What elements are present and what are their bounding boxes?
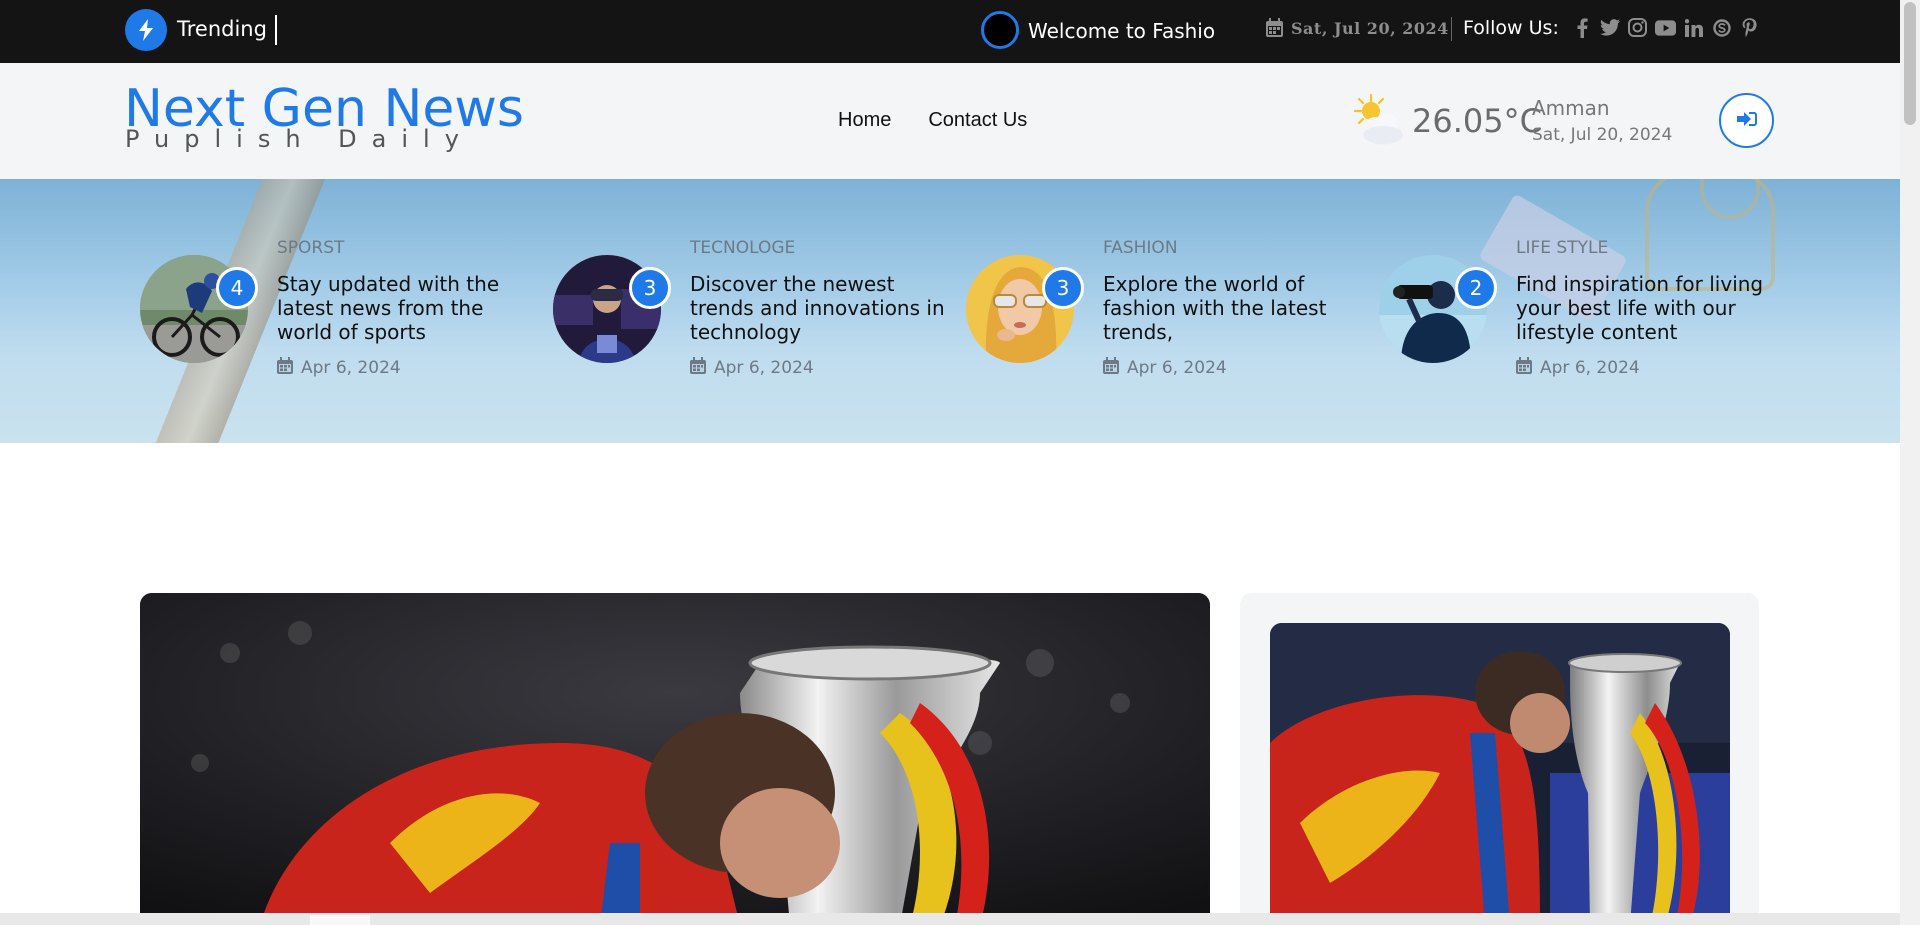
sidebar-featured-image[interactable]	[1270, 623, 1730, 925]
news-ticker[interactable]: Welcome to Fashion	[1028, 19, 1216, 47]
horizontal-scrollbar-thumb[interactable]	[310, 915, 370, 925]
site-header: Next Gen News Puplish Daily Home Contact…	[0, 63, 1900, 179]
pinterest-icon[interactable]	[1739, 17, 1760, 38]
twitter-icon[interactable]	[1599, 17, 1620, 38]
instagram-icon[interactable]	[1627, 17, 1648, 38]
horizontal-scrollbar[interactable]	[0, 913, 1900, 925]
card-title[interactable]: Discover the newest trends and innovatio…	[690, 272, 952, 344]
category-label[interactable]: SPORST	[277, 238, 344, 258]
main-nav: Home Contact Us	[838, 109, 1027, 132]
youtube-icon[interactable]	[1655, 17, 1676, 38]
category-card-technology[interactable]: 3 TECNOLOGE Discover the newest trends a…	[553, 238, 953, 378]
card-date-text: Apr 6, 2024	[1540, 358, 1640, 378]
card-title[interactable]: Stay updated with the latest news from t…	[277, 272, 539, 344]
skype-icon[interactable]	[1711, 17, 1732, 38]
site-logo-subtitle: Puplish Daily	[125, 125, 474, 153]
divider	[1451, 17, 1452, 41]
calendar-icon	[277, 357, 293, 379]
category-banner: 4 SPORST Stay updated with the latest ne…	[0, 179, 1900, 443]
top-date: Sat, Jul 20, 2024	[1291, 19, 1449, 38]
calendar-icon	[1266, 18, 1283, 42]
page: Trending Welcome to Fashion Sat, Jul 20,…	[0, 0, 1920, 925]
card-date: Apr 6, 2024	[1103, 357, 1227, 379]
category-card-fashion[interactable]: 3 FASHION Explore the world of fashion w…	[966, 238, 1366, 378]
temperature: 26.05°C	[1412, 102, 1542, 140]
calendar-icon	[690, 357, 706, 379]
post-count-badge: 3	[629, 267, 671, 309]
category-card-sports[interactable]: 4 SPORST Stay updated with the latest ne…	[140, 238, 540, 378]
ticker-ring-icon	[981, 11, 1019, 49]
vertical-scrollbar[interactable]	[1900, 0, 1920, 925]
category-card-lifestyle[interactable]: 2 LIFE STYLE Find inspiration for living…	[1379, 238, 1779, 378]
weather-date: Sat, Jul 20, 2024	[1532, 125, 1673, 145]
card-date: Apr 6, 2024	[690, 357, 814, 379]
sign-out-icon	[1736, 111, 1757, 130]
card-date-text: Apr 6, 2024	[301, 358, 401, 378]
logout-button[interactable]	[1719, 93, 1774, 148]
social-links	[1571, 17, 1760, 38]
calendar-icon	[1516, 357, 1532, 379]
card-date-text: Apr 6, 2024	[714, 358, 814, 378]
nav-contact-link[interactable]: Contact Us	[928, 109, 1027, 132]
ticker-text[interactable]: Welcome to Fashion	[1028, 19, 1216, 43]
linkedin-icon[interactable]	[1683, 17, 1704, 38]
weather-city: Amman	[1532, 96, 1610, 120]
trending-label: Trending	[177, 17, 267, 41]
facebook-icon[interactable]	[1571, 17, 1592, 38]
post-count-badge: 2	[1455, 267, 1497, 309]
sidebar-featured-card	[1240, 593, 1759, 925]
card-title[interactable]: Explore the world of fashion with the la…	[1103, 272, 1365, 344]
category-label[interactable]: FASHION	[1103, 238, 1178, 258]
top-bar: Trending Welcome to Fashion Sat, Jul 20,…	[0, 0, 1900, 63]
post-count-badge: 3	[1042, 267, 1084, 309]
lightning-icon	[125, 9, 167, 51]
follow-label: Follow Us:	[1463, 17, 1559, 39]
vertical-scrollbar-thumb[interactable]	[1904, 2, 1916, 125]
post-count-badge: 4	[216, 267, 258, 309]
card-date-text: Apr 6, 2024	[1127, 358, 1227, 378]
partly-sunny-icon	[1349, 93, 1407, 154]
divider	[275, 15, 277, 45]
card-title[interactable]: Find inspiration for living your best li…	[1516, 272, 1778, 344]
nav-home-link[interactable]: Home	[838, 109, 891, 132]
category-label[interactable]: TECNOLOGE	[690, 238, 795, 258]
featured-article-image[interactable]	[140, 593, 1210, 925]
calendar-icon	[1103, 357, 1119, 379]
category-label[interactable]: LIFE STYLE	[1516, 238, 1608, 258]
card-date: Apr 6, 2024	[277, 357, 401, 379]
card-date: Apr 6, 2024	[1516, 357, 1640, 379]
